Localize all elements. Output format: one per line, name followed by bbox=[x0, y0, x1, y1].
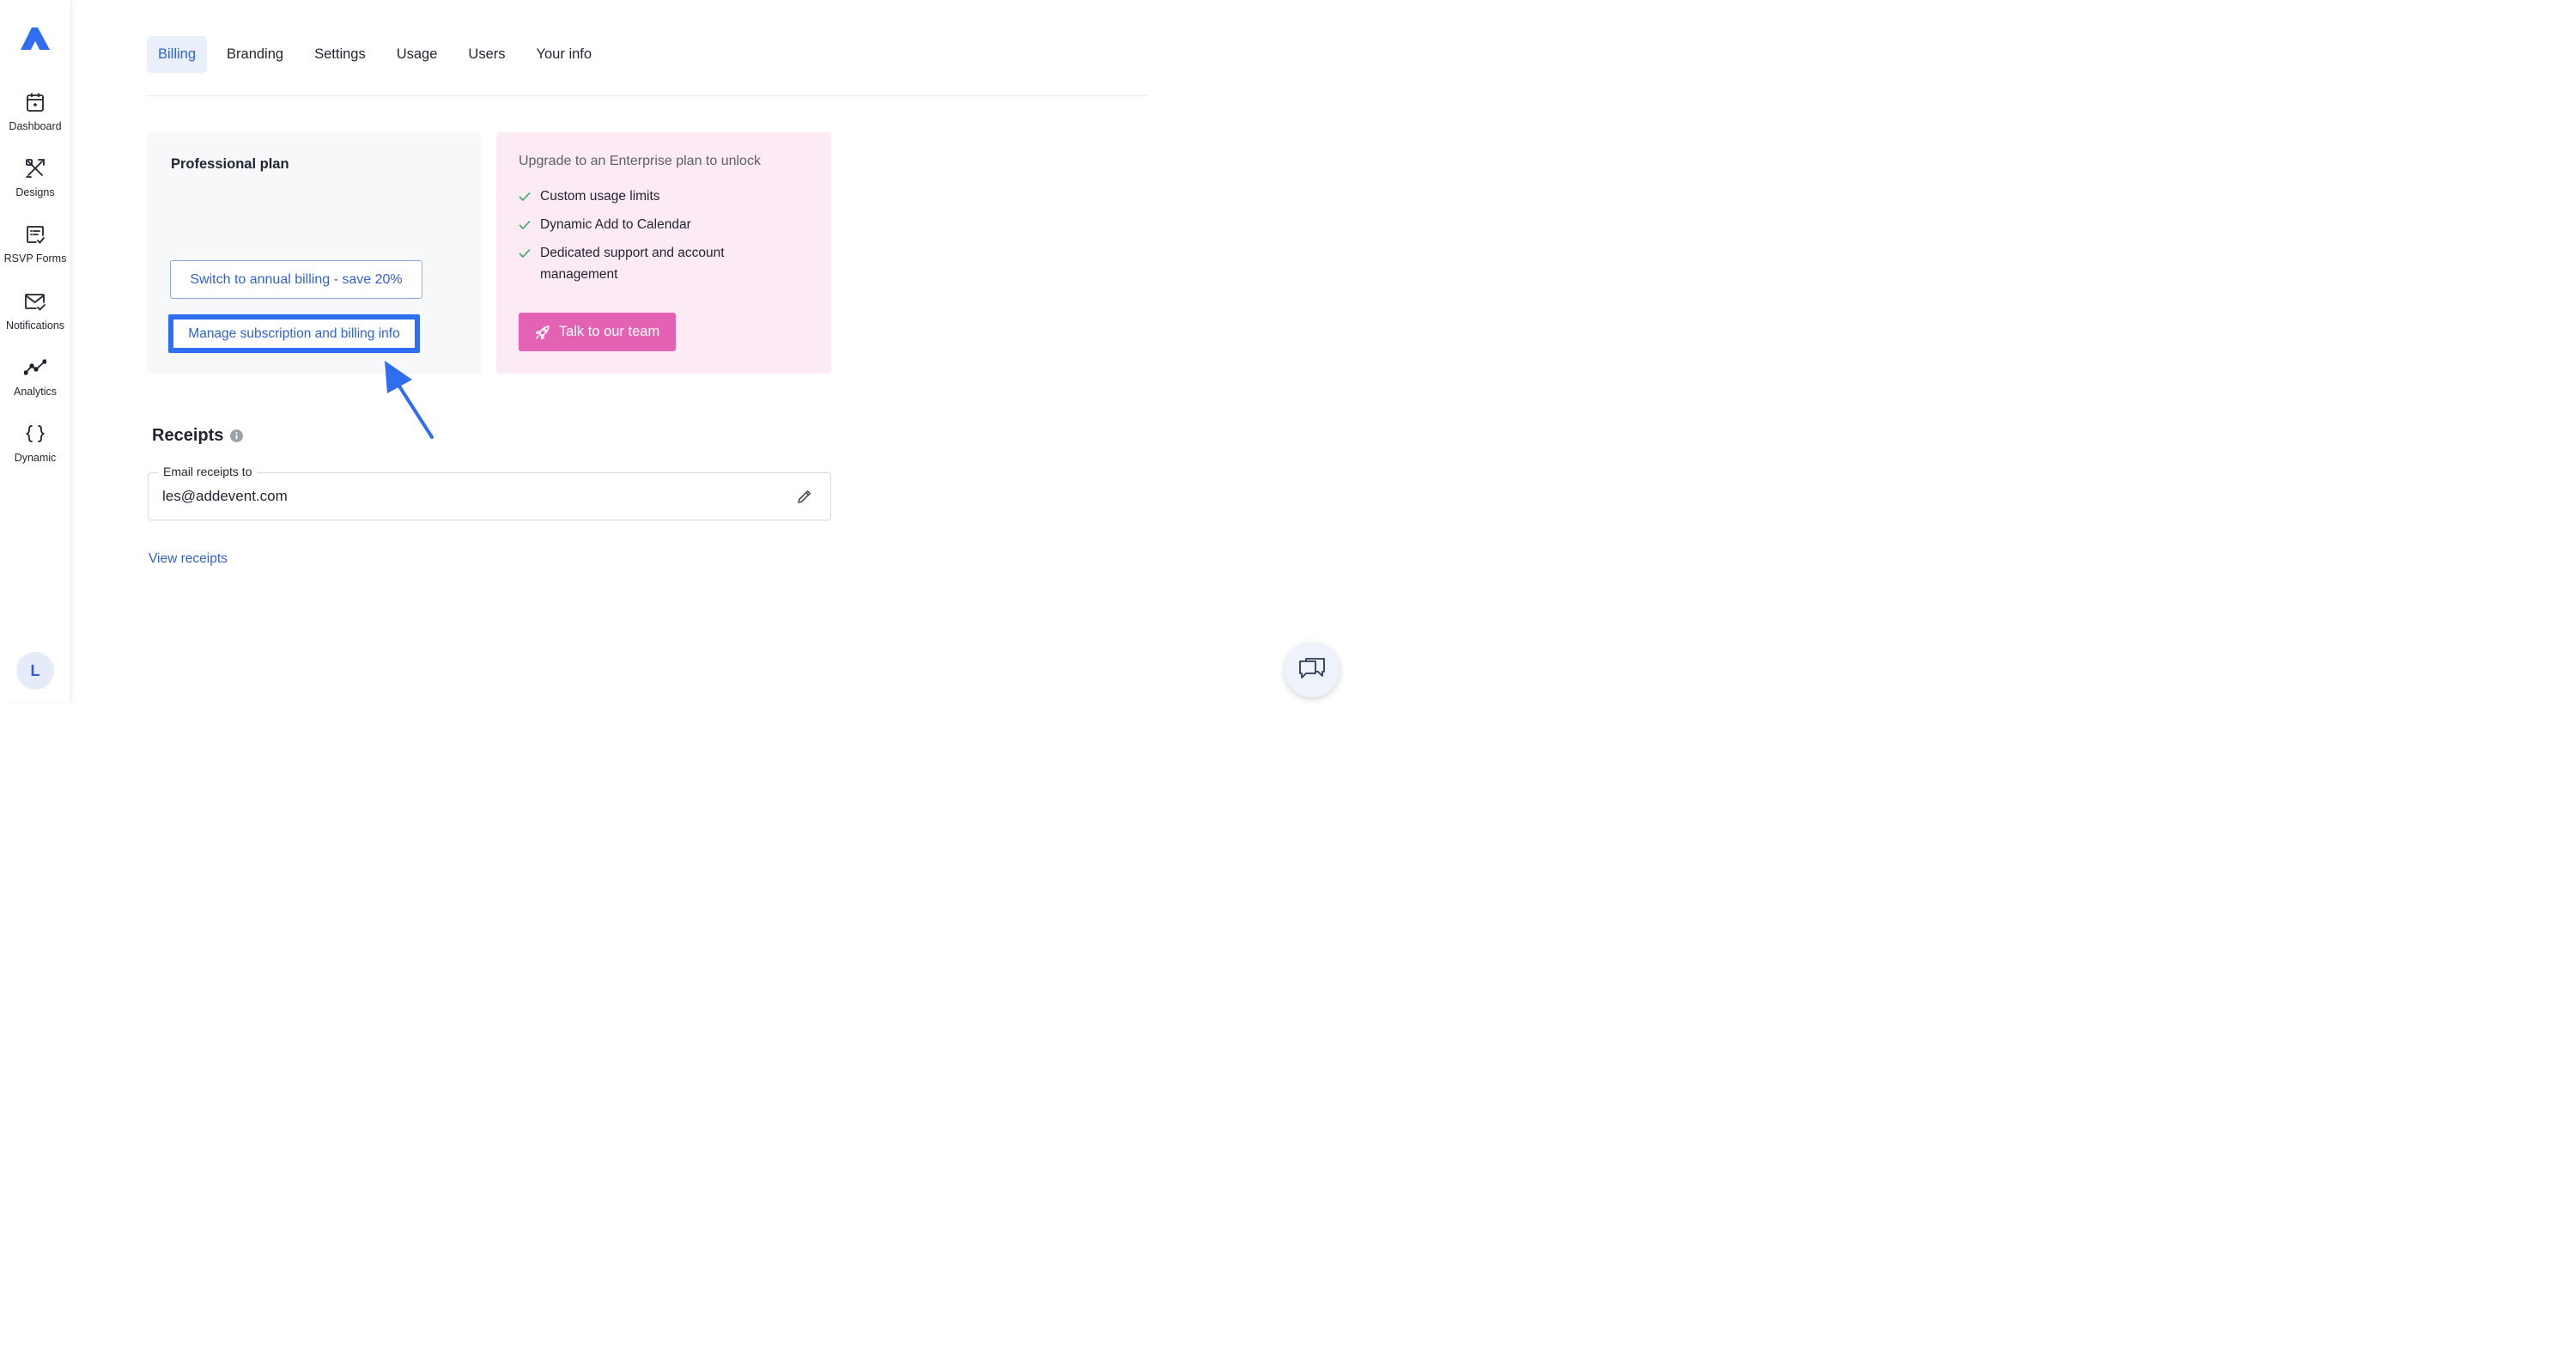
email-receipts-value: les@addevent.com bbox=[162, 488, 288, 504]
sidebar-item-label: Analytics bbox=[13, 386, 58, 398]
sidebar-item-rsvp-forms[interactable]: RSVP Forms bbox=[0, 223, 70, 277]
check-icon bbox=[519, 242, 540, 264]
curly-braces-icon bbox=[24, 423, 46, 445]
tab-your-info[interactable]: Your info bbox=[526, 36, 604, 73]
feature-label: Custom usage limits bbox=[540, 189, 660, 204]
manage-subscription-button[interactable]: Manage subscription and billing info bbox=[168, 314, 420, 353]
plan-title: Professional plan bbox=[171, 156, 289, 172]
sidebar-item-dynamic[interactable]: Dynamic bbox=[0, 423, 70, 476]
chat-launcher-button[interactable] bbox=[1285, 642, 1340, 697]
design-tools-icon bbox=[24, 157, 46, 180]
app-root: Dashboard Designs RSVP Forms Notificatio… bbox=[0, 0, 1346, 703]
tab-users[interactable]: Users bbox=[457, 36, 516, 73]
addevent-logo-icon[interactable] bbox=[19, 22, 52, 52]
sidebar-item-dashboard[interactable]: Dashboard bbox=[0, 91, 70, 144]
switch-annual-billing-button[interactable]: Switch to annual billing - save 20% bbox=[170, 260, 422, 299]
rocket-icon bbox=[535, 325, 550, 340]
check-icon bbox=[519, 214, 540, 235]
email-receipts-label: Email receipts to bbox=[158, 465, 258, 478]
sidebar-item-label: Dynamic bbox=[14, 452, 57, 464]
sidebar-item-notifications[interactable]: Notifications bbox=[0, 290, 70, 344]
sidebar-item-label: Designs bbox=[15, 186, 55, 198]
line-chart-icon bbox=[24, 356, 46, 379]
chat-bubble-icon bbox=[1298, 657, 1326, 683]
sidebar-item-label: RSVP Forms bbox=[3, 253, 67, 265]
feature-label: Dedicated support and account management bbox=[540, 246, 725, 282]
calendar-icon bbox=[24, 91, 46, 113]
feature-label: Dynamic Add to Calendar bbox=[540, 217, 691, 232]
enterprise-upgrade-card: Upgrade to an Enterprise plan to unlock … bbox=[496, 132, 831, 374]
receipts-title: Receipts bbox=[152, 426, 224, 445]
annotation-arrow-icon bbox=[385, 361, 434, 439]
enterprise-heading: Upgrade to an Enterprise plan to unlock bbox=[519, 154, 761, 168]
sidebar: Dashboard Designs RSVP Forms Notificatio… bbox=[0, 0, 71, 703]
pencil-icon[interactable] bbox=[796, 488, 813, 505]
envelope-check-icon bbox=[24, 290, 46, 313]
tabs-divider bbox=[147, 95, 1147, 96]
info-icon[interactable] bbox=[230, 429, 244, 442]
list-item: Dynamic Add to Calendar bbox=[519, 214, 802, 235]
talk-to-team-button[interactable]: Talk to our team bbox=[519, 313, 676, 351]
check-icon bbox=[519, 186, 540, 207]
sidebar-item-label: Notifications bbox=[5, 320, 65, 332]
list-item: Custom usage limits bbox=[519, 186, 802, 207]
tab-settings[interactable]: Settings bbox=[303, 36, 377, 73]
tab-billing[interactable]: Billing bbox=[147, 36, 208, 73]
sidebar-item-label: Dashboard bbox=[9, 120, 62, 132]
tab-usage[interactable]: Usage bbox=[386, 36, 449, 73]
sidebar-item-analytics[interactable]: Analytics bbox=[0, 356, 70, 410]
avatar[interactable]: L bbox=[16, 652, 54, 690]
view-receipts-link[interactable]: View receipts bbox=[149, 551, 228, 567]
receipts-heading: Receipts bbox=[152, 426, 244, 446]
sidebar-item-designs[interactable]: Designs bbox=[0, 157, 70, 210]
settings-tabs: Billing Branding Settings Usage Users Yo… bbox=[147, 36, 611, 73]
tab-branding[interactable]: Branding bbox=[216, 36, 295, 73]
list-item: Dedicated support and account management bbox=[519, 242, 802, 285]
rsvp-form-icon bbox=[24, 223, 46, 246]
talk-to-team-label: Talk to our team bbox=[558, 324, 660, 339]
enterprise-feature-list: Custom usage limits Dynamic Add to Calen… bbox=[519, 186, 802, 292]
plan-card: Professional plan Switch to annual billi… bbox=[147, 132, 482, 374]
